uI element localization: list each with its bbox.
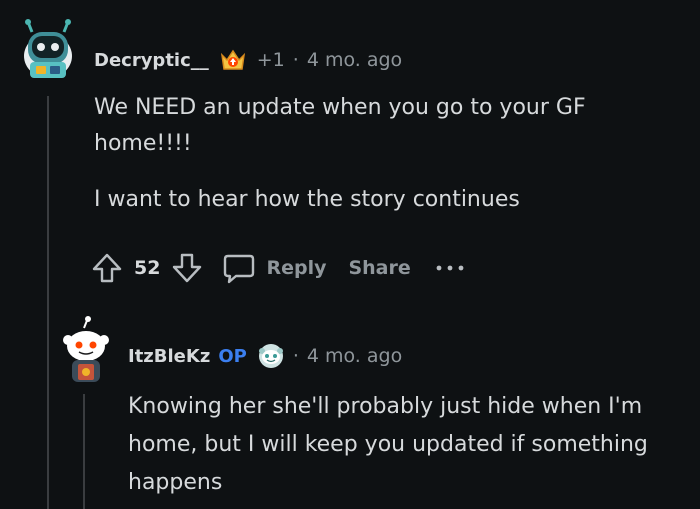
comment-paragraph: I want to hear how the story continues: [94, 187, 520, 212]
thread-line-reply[interactable]: [83, 394, 85, 509]
op-badge: OP: [218, 345, 247, 367]
snoo-avatar-icon: [63, 316, 109, 382]
reply-author[interactable]: ItzBleKz: [128, 346, 210, 367]
comment-age[interactable]: 4 mo. ago: [307, 49, 402, 71]
user-avatar-decryptic[interactable]: [20, 18, 76, 82]
award-crown-icon[interactable]: [219, 47, 247, 73]
reply-age[interactable]: 4 mo. ago: [307, 345, 402, 367]
comment-body: We NEED an update when you go to your GF…: [94, 90, 654, 218]
share-button[interactable]: Share: [348, 257, 410, 279]
reply-meta: ItzBleKz OP · 4 mo. ago: [128, 340, 402, 372]
robot-avatar-icon: [24, 19, 72, 78]
comment-paragraph: We NEED an update when you go to your GF…: [94, 95, 586, 156]
comment-meta: Decryptic__ +1 · 4 mo. ago: [94, 44, 402, 76]
downvote-arrow-icon[interactable]: [170, 251, 204, 285]
more-dots-icon[interactable]: [435, 263, 465, 273]
reply-label: Reply: [266, 257, 327, 279]
snoo-face-icon: [257, 342, 285, 370]
upvote-arrow-icon[interactable]: [90, 251, 124, 285]
vote-score: 52: [134, 257, 161, 279]
user-avatar-itzblekz[interactable]: [58, 316, 114, 384]
reply-body: Knowing her she'll probably just hide wh…: [128, 388, 688, 502]
comment-action-bar: 52 Reply Share: [90, 250, 465, 286]
reply-button[interactable]: Reply: [222, 251, 326, 285]
reply-paragraph: Knowing her she'll probably just hide wh…: [128, 394, 648, 495]
comment-author[interactable]: Decryptic__: [94, 50, 209, 71]
speech-bubble-icon: [222, 251, 256, 285]
karma-change: +1: [256, 49, 285, 71]
share-label: Share: [348, 257, 411, 279]
meta-separator: ·: [292, 345, 299, 367]
meta-separator: ·: [292, 49, 299, 71]
thread-line-parent[interactable]: [47, 96, 49, 509]
